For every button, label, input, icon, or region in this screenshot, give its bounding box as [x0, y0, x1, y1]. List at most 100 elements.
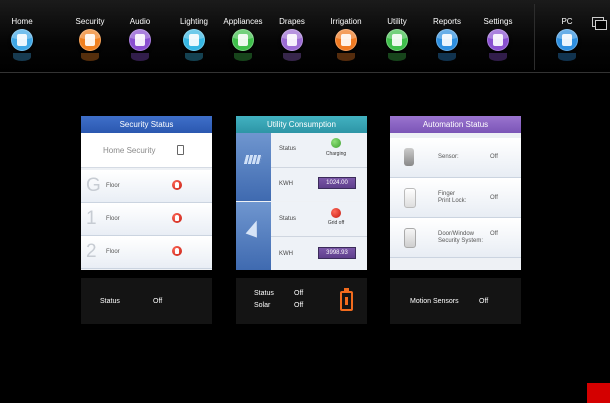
grid-tile [236, 202, 271, 270]
solar-kwh-value: 1024.00 [318, 177, 356, 189]
grid-kwh-label: KWH [279, 251, 293, 257]
sensor-icon [404, 148, 414, 166]
floor-number: 2 [86, 241, 97, 262]
plug-icon-reflection [388, 53, 406, 61]
utility-solar-value: Off [294, 302, 304, 309]
automation-status-panel: Automation Status Sensor: Off Finger Pri… [390, 116, 521, 270]
top-navigation-bar: Home Security Audio Lighting Appliances … [0, 0, 610, 73]
automation-row-fingerprint[interactable]: Finger Print Lock: Off [390, 178, 521, 218]
solar-panel-icon [243, 155, 263, 164]
floor-label: Floor [106, 183, 120, 189]
nav-item-lighting[interactable]: Lighting [170, 0, 218, 72]
monitor-icon-reflection [558, 53, 576, 61]
utility-status-footer: Status Off Solar Off [236, 278, 367, 324]
automation-row-value: Off [490, 195, 498, 201]
nav-divider [534, 4, 535, 70]
nav-item-home[interactable]: Home [2, 0, 42, 72]
nav-item-audio[interactable]: Audio [120, 0, 160, 72]
automation-row-sensor[interactable]: Sensor: Off [390, 138, 521, 178]
nav-item-security[interactable]: Security [67, 0, 113, 72]
home-icon-reflection [13, 53, 31, 61]
watering-can-icon [335, 29, 357, 51]
home-icon [11, 29, 33, 51]
utility-consumption-panel: Utility Consumption Status Charging KWH … [236, 116, 367, 270]
automation-row-label: Door/Window Security System: [438, 231, 484, 244]
fingerprint-icon [404, 188, 416, 208]
grid-status-text: Grid off [327, 220, 345, 226]
music-note-icon [129, 29, 151, 51]
floor-label: Floor [106, 216, 120, 222]
alarm-icon[interactable] [172, 180, 182, 190]
appliance-icon [232, 29, 254, 51]
floor-row-g[interactable]: G Floor [81, 170, 212, 203]
alarm-icon[interactable] [172, 213, 182, 223]
drapes-icon [281, 29, 303, 51]
plug-icon [386, 29, 408, 51]
lightning-bolt-icon [245, 218, 263, 238]
nav-item-pc[interactable]: PC [550, 0, 584, 72]
nav-item-settings[interactable]: Settings [475, 0, 521, 72]
floor-number: G [86, 175, 101, 196]
automation-row-value: Off [490, 154, 498, 160]
grid-details: Status Grid off KWH 3998.93 [271, 202, 367, 270]
floor-label: Floor [106, 249, 120, 255]
power-off-icon[interactable] [331, 208, 341, 218]
automation-row-value: Off [490, 231, 498, 237]
grid-status-label: Status [279, 216, 297, 222]
divider [271, 167, 367, 168]
shield-icon [79, 29, 101, 51]
utility-consumption-title: Utility Consumption [236, 116, 367, 133]
nav-item-irrigation[interactable]: Irrigation [320, 0, 372, 72]
lightbulb-icon [183, 29, 205, 51]
home-security-row[interactable]: Home Security [81, 133, 212, 168]
automation-row-label: Finger Print Lock: [438, 191, 467, 204]
utility-status-label: Status [254, 290, 274, 297]
grid-block: Status Grid off KWH 3998.93 [236, 202, 367, 270]
solar-status-text: Charging [325, 151, 347, 157]
appliance-icon-reflection [234, 53, 252, 61]
security-status-panel: Security Status Home Security G Floor 1 … [81, 116, 212, 270]
automation-row-door-window[interactable]: Door/Window Security System: Off [390, 218, 521, 258]
solar-tile [236, 133, 271, 201]
nav-item-drapes[interactable]: Drapes [272, 0, 312, 72]
floor-number: 1 [86, 208, 97, 229]
shield-icon-reflection [81, 53, 99, 61]
monitor-icon [556, 29, 578, 51]
security-status-title: Security Status [81, 116, 212, 133]
document-icon-reflection [438, 53, 456, 61]
battery-charging-icon [331, 138, 341, 148]
automation-row-label: Sensor: [438, 154, 459, 160]
solar-status-label: Status [279, 146, 297, 152]
alarm-icon[interactable] [172, 246, 182, 256]
nav-item-utility[interactable]: Utility [377, 0, 417, 72]
utility-solar-label: Solar [254, 302, 271, 309]
solar-details: Status Charging KWH 1024.00 [271, 133, 367, 201]
motion-sensors-value: Off [479, 298, 489, 305]
divider [271, 236, 367, 237]
brand-logo [587, 383, 610, 403]
gear-icon-reflection [489, 53, 507, 61]
automation-status-title: Automation Status [390, 116, 521, 133]
security-footer-label: Status [100, 298, 120, 305]
automation-status-footer: Motion Sensors Off [390, 278, 521, 324]
document-icon [436, 29, 458, 51]
solar-kwh-label: KWH [279, 181, 293, 187]
window-restore-icon[interactable] [592, 17, 607, 30]
utility-status-value: Off [294, 290, 304, 297]
lightbulb-icon-reflection [185, 53, 203, 61]
security-status-footer: Status Off [81, 278, 212, 324]
nav-item-reports[interactable]: Reports [424, 0, 470, 72]
music-note-icon-reflection [131, 53, 149, 61]
door-sensor-icon [404, 228, 416, 248]
motion-sensors-label: Motion Sensors [410, 298, 459, 305]
floor-row-2[interactable]: 2 Floor [81, 236, 212, 269]
floor-row-1[interactable]: 1 Floor [81, 203, 212, 236]
phone-icon [177, 145, 184, 155]
solar-block: Status Charging KWH 1024.00 [236, 133, 367, 201]
nav-item-appliances[interactable]: Appliances [222, 0, 264, 72]
gear-icon [487, 29, 509, 51]
drapes-icon-reflection [283, 53, 301, 61]
battery-icon [340, 288, 353, 311]
watering-can-icon-reflection [337, 53, 355, 61]
grid-kwh-value: 3998.93 [318, 247, 356, 259]
